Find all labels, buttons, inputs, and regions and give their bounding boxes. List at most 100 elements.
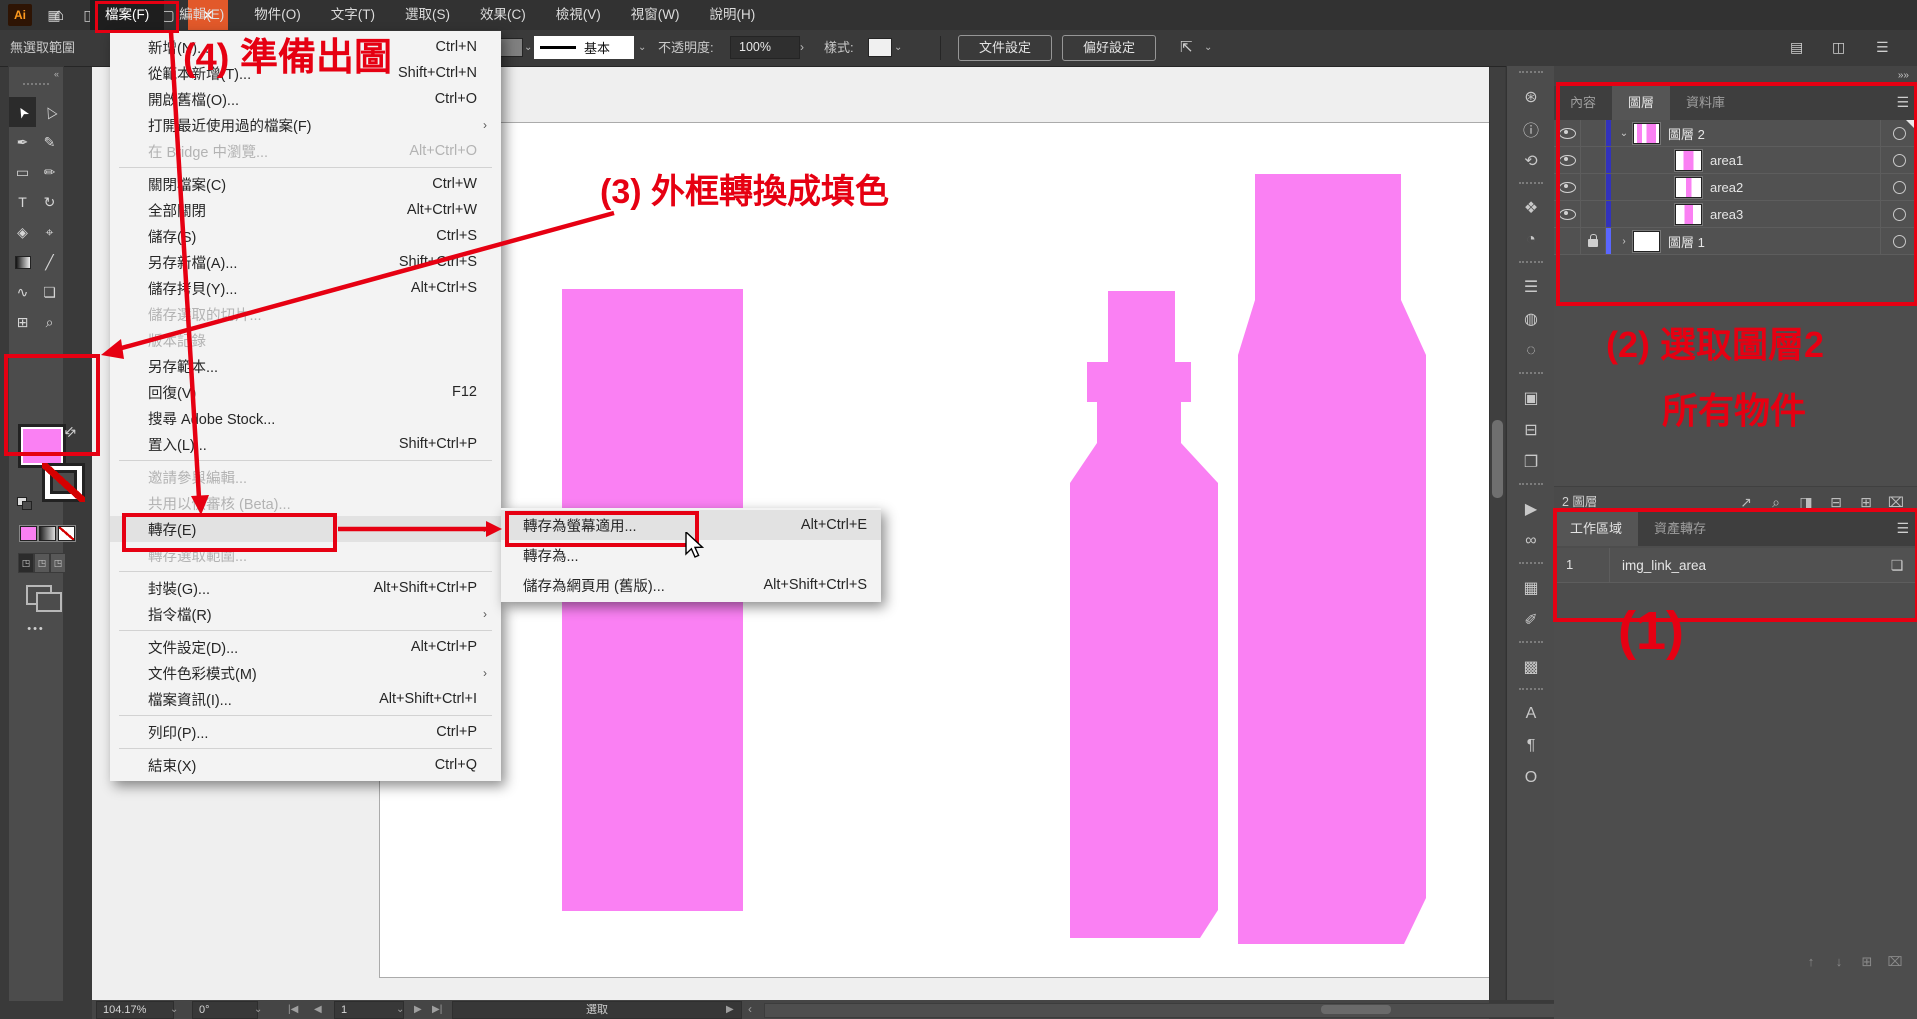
info-panel-icon[interactable]: ⓘ: [1507, 113, 1555, 145]
file-menu-item-17[interactable]: 共用以供審核 (Beta)...: [110, 490, 501, 516]
selection-tool[interactable]: ➤: [9, 97, 36, 127]
pathfinder-panel-icon[interactable]: ❐: [1507, 446, 1555, 478]
opentype-panel-icon[interactable]: O: [1507, 762, 1555, 794]
file-menu-item-11[interactable]: 版本記錄: [110, 327, 501, 353]
file-menu-item-25[interactable]: 列印(P)...Ctrl+P: [110, 719, 501, 745]
lock-toggle[interactable]: [1581, 120, 1606, 146]
target-circle[interactable]: [1880, 147, 1917, 173]
menu-bar-item-4[interactable]: 選取(S): [390, 0, 465, 30]
eyedropper-tool[interactable]: ╱: [36, 247, 63, 277]
gradient-panel-icon[interactable]: ▩: [1507, 651, 1555, 683]
target-circle[interactable]: [1880, 228, 1917, 254]
file-menu-item-15[interactable]: 置入(L)...Shift+Ctrl+P: [110, 431, 501, 457]
export-submenu-item-0[interactable]: 轉存為螢幕適用...Alt+Ctrl+E: [501, 510, 881, 540]
chevron-down-icon[interactable]: ⌄: [254, 1000, 262, 1019]
file-menu-item-24[interactable]: 檔案資訊(I)...Alt+Shift+Ctrl+I: [110, 686, 501, 712]
status-menu-icon[interactable]: ▶: [726, 1000, 734, 1019]
chevron-down-icon[interactable]: ⌄: [170, 1000, 178, 1019]
rotate-tool[interactable]: ↻: [36, 187, 63, 217]
dock-grip[interactable]: [1519, 182, 1543, 188]
color-panel-icon[interactable]: ❖: [1507, 192, 1555, 224]
opacity-stepper-icon[interactable]: ›: [800, 40, 804, 54]
align-panel-icon[interactable]: ⊟: [1507, 414, 1555, 446]
panel-menu-icon[interactable]: ☰: [1896, 94, 1909, 111]
move-up-icon[interactable]: ↑: [1797, 954, 1825, 970]
horizontal-scrollbar-thumb[interactable]: [1321, 1005, 1391, 1014]
home-icon[interactable]: ⌂: [44, 0, 74, 30]
dock-grip[interactable]: [1519, 688, 1543, 694]
collapse-toolbar-icon[interactable]: «: [54, 69, 59, 79]
dock-grip[interactable]: [1519, 71, 1543, 77]
file-menu-item-16[interactable]: 邀請參與編輯...: [110, 464, 501, 490]
artboard-row[interactable]: 1 img_link_area ❏: [1554, 548, 1917, 583]
artboard-page-icon[interactable]: ❏: [1877, 557, 1917, 574]
default-fill-stroke-icon[interactable]: [17, 497, 31, 509]
visibility-toggle[interactable]: [1554, 147, 1581, 173]
layer-thumbnail[interactable]: [1633, 123, 1660, 144]
layer-row-area1[interactable]: area1: [1554, 147, 1917, 174]
lock-toggle[interactable]: [1581, 201, 1606, 227]
fill-color-swatch[interactable]: [21, 427, 63, 465]
style-swatch[interactable]: [868, 38, 892, 57]
file-menu-item-9[interactable]: 儲存拷貝(Y)...Alt+Ctrl+S: [110, 275, 501, 301]
visibility-toggle[interactable]: [1554, 174, 1581, 200]
last-artboard-icon[interactable]: ▶|: [432, 1000, 442, 1019]
file-menu-item-6[interactable]: 全部關閉Alt+Ctrl+W: [110, 197, 501, 223]
visibility-toggle[interactable]: [1554, 201, 1581, 227]
move-down-icon[interactable]: ↓: [1825, 954, 1853, 970]
eraser-tool[interactable]: ◈: [9, 217, 36, 247]
artboard-nav-input[interactable]: 1: [334, 1001, 404, 1019]
lock-toggle[interactable]: [1581, 147, 1606, 173]
chevron-down-icon[interactable]: ⌄: [524, 42, 532, 53]
grid-view-icon[interactable]: ▤: [1790, 39, 1803, 56]
menu-bar-item-8[interactable]: 說明(H): [694, 0, 770, 30]
target-circle[interactable]: [1880, 174, 1917, 200]
draw-behind-icon[interactable]: ◳: [34, 553, 50, 573]
artboard-tool[interactable]: ⊞: [9, 307, 36, 337]
file-menu-item-13[interactable]: 回復(V)F12: [110, 379, 501, 405]
zoom-level[interactable]: 104.17%: [96, 1001, 174, 1019]
zoom-tool[interactable]: ⌕: [36, 307, 63, 337]
export-submenu-item-1[interactable]: 轉存為...: [501, 540, 881, 570]
curvature-tool[interactable]: ✎: [36, 127, 63, 157]
chevron-down-icon[interactable]: ⌄: [638, 42, 646, 53]
file-menu-item-19[interactable]: 轉存選取範圍...: [110, 542, 501, 568]
file-menu-item-12[interactable]: 另存範本...: [110, 353, 501, 379]
artboards-dock-icon[interactable]: ▣: [1507, 382, 1555, 414]
menu-bar-item-3[interactable]: 文字(T): [316, 0, 390, 30]
file-menu-item-0[interactable]: 新增(N)...Ctrl+N: [110, 34, 501, 60]
dock-grip[interactable]: [1519, 483, 1543, 489]
paintbrush-tool[interactable]: ✏: [36, 157, 63, 187]
stroke-style-dropdown[interactable]: 基本: [534, 36, 634, 59]
menu-bar-item-5[interactable]: 效果(C): [465, 0, 541, 30]
file-menu-item-8[interactable]: 另存新檔(A)...Shift+Ctrl+S: [110, 249, 501, 275]
panel-menu-icon[interactable]: ☰: [1876, 39, 1889, 56]
appearance-panel-icon[interactable]: ◌: [1507, 335, 1555, 367]
artboards-panel-tab-工作區域[interactable]: 工作區域: [1554, 512, 1638, 546]
chevron-down-icon[interactable]: ⌄: [396, 1000, 404, 1019]
target-circle[interactable]: [1880, 201, 1917, 227]
layer-name[interactable]: area2: [1710, 180, 1880, 195]
file-menu-item-26[interactable]: 結束(X)Ctrl+Q: [110, 752, 501, 778]
layer-row-area3[interactable]: area3: [1554, 201, 1917, 228]
layer-row-圖層 2[interactable]: ⌄圖層 2: [1554, 120, 1917, 147]
layer-thumbnail[interactable]: [1633, 231, 1660, 252]
layers-panel-tab-內容[interactable]: 內容: [1554, 86, 1612, 120]
lock-toggle[interactable]: [1581, 228, 1606, 254]
next-artboard-icon[interactable]: ▶: [414, 1000, 422, 1019]
file-menu-item-18[interactable]: 轉存(E)›: [110, 516, 501, 542]
brushes-panel-icon[interactable]: ✐: [1507, 604, 1555, 636]
file-menu-item-20[interactable]: 封裝(G)...Alt+Shift+Ctrl+P: [110, 575, 501, 601]
layer-row-area2[interactable]: area2: [1554, 174, 1917, 201]
file-menu-item-21[interactable]: 指令檔(R)›: [110, 601, 501, 627]
artboards-panel-tab-資產轉存[interactable]: 資產轉存: [1638, 512, 1722, 546]
character-panel-icon[interactable]: A: [1507, 698, 1555, 730]
stroke-panel-icon[interactable]: ☰: [1507, 271, 1555, 303]
dock-grip[interactable]: [1519, 562, 1543, 568]
expand-chevron-icon[interactable]: ›: [1615, 236, 1633, 247]
file-menu-item-2[interactable]: 開啟舊檔(O)...Ctrl+O: [110, 86, 501, 112]
menu-bar-item-7[interactable]: 視窗(W): [616, 0, 695, 30]
color-mode-fill-icon[interactable]: [21, 527, 36, 540]
vertical-scrollbar[interactable]: [1489, 66, 1505, 1000]
swatches-panel-icon[interactable]: ▦: [1507, 572, 1555, 604]
